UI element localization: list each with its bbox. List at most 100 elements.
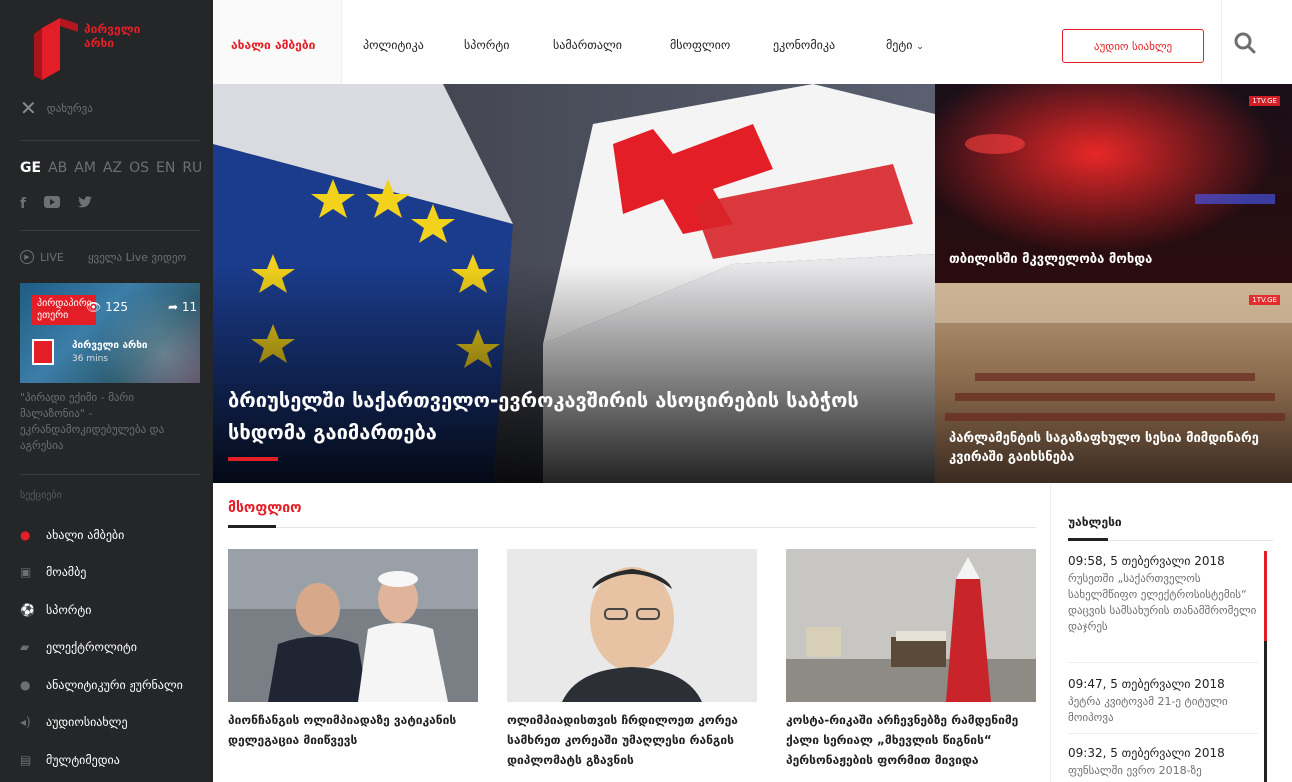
nav-more-label: მეტი	[886, 38, 913, 52]
film-icon: ▤	[20, 752, 32, 767]
sidebar: პირველი არხი ✕ დახურვა GE AB AM AZ OS EN…	[0, 0, 213, 782]
sections-title: სექციები	[20, 490, 62, 501]
lang-az[interactable]: AZ	[103, 160, 122, 176]
side-story-title[interactable]: პარლამენტის საგაზაფხულო სესია მიმდინარე …	[949, 429, 1279, 467]
sidebar-item-moambe[interactable]: ▣ მოამბე	[20, 554, 183, 592]
side-story-1[interactable]: 1TV.GE თბილისში მკვლელობა მოხდა	[935, 84, 1292, 283]
shares-value: 11	[181, 300, 198, 314]
logo-text: პირველი არხი	[84, 22, 141, 50]
latest-item-text: პეტრა კვიტოვამ 21-ე ტიტული მოიპოვა	[1068, 695, 1228, 724]
latest-item-time: 09:32, 5 თებერვალი 2018	[1068, 746, 1225, 760]
logo-mark-icon	[34, 18, 78, 80]
views-count: 👁 125	[86, 300, 128, 314]
news-card-title[interactable]: ოლიმპიადისთვის ჩრდილოეთ კორეა სამხრეთ კო…	[507, 710, 757, 770]
sidebar-item-label: სპორტი	[46, 602, 92, 617]
divider	[20, 140, 200, 141]
sidebar-item-analytics[interactable]: ● ანალიტიკური ჟურნალი	[20, 666, 183, 704]
shares-count: ➦ 11	[168, 300, 198, 314]
latest-item-time: 09:58, 5 თებერვალი 2018	[1068, 554, 1225, 568]
nav-item-economy[interactable]: ეკონომიკა	[773, 38, 835, 52]
views-value: 125	[105, 300, 128, 314]
search-icon[interactable]	[1234, 32, 1256, 54]
live-label[interactable]: LIVE	[40, 251, 64, 264]
sidebar-item-label: ანალიტიკური ჟურნალი	[46, 677, 183, 692]
nav-item-law[interactable]: სამართალი	[553, 38, 622, 52]
latest-item[interactable]: 09:32, 5 თებერვალი 2018 ფუნსალში ევრო 20…	[1068, 746, 1258, 779]
divider	[20, 230, 200, 231]
latest-underline	[1068, 538, 1108, 541]
sidebar-item-news[interactable]: ● ახალი ამბები	[20, 516, 183, 554]
latest-item-text: ფუნსალში ევრო 2018-ზე	[1068, 764, 1202, 777]
audio-icon: ◂)	[20, 715, 31, 730]
lang-am[interactable]: AM	[74, 160, 96, 176]
nav-item-world[interactable]: მსოფლიო	[670, 38, 730, 52]
nav-item-politics[interactable]: პოლიტიკა	[363, 38, 424, 52]
facebook-icon[interactable]: f	[20, 196, 26, 212]
news-card-image	[786, 549, 1036, 702]
audio-news-button[interactable]: აუდიო სიახლე	[1062, 29, 1204, 63]
scrollbar-thumb[interactable]	[1264, 551, 1267, 641]
news-card-title[interactable]: კოსტა-რიკაში არჩევნებზე რამდენიმე ქალი ს…	[786, 710, 1036, 770]
divider	[228, 527, 1036, 528]
section-underline	[228, 525, 276, 528]
lang-ru[interactable]: RU	[182, 160, 202, 176]
latest-item[interactable]: 09:47, 5 თებერვალი 2018 პეტრა კვიტოვამ 2…	[1068, 677, 1258, 726]
news-card[interactable]: პიონჩანგის ოლიმპიადაზე ვატიკანის დელეგაც…	[228, 549, 478, 750]
lang-ab[interactable]: AB	[48, 160, 67, 176]
chevron-down-icon: ⌄	[916, 42, 924, 52]
channel-time: 36 mins	[72, 354, 108, 364]
side-story-title[interactable]: თბილისში მკვლელობა მოხდა	[949, 250, 1279, 269]
live-video-card[interactable]: პირდაპირი ეთერი 👁 125 ➦ 11 პირველი არხი …	[20, 283, 200, 383]
sidebar-item-sport[interactable]: ⚽ სპორტი	[20, 591, 183, 629]
hero-accent-bar	[228, 457, 278, 461]
lang-ge[interactable]: GE	[20, 160, 41, 176]
tv-badge: 1TV.GE	[1249, 96, 1280, 106]
sidebar-item-electrolyte[interactable]: ▰ ელექტროლიტი	[20, 629, 183, 667]
latest-item[interactable]: 09:58, 5 თებერვალი 2018 რუსეთში „საქართვ…	[1068, 554, 1258, 635]
sidebar-item-multimedia[interactable]: ▤ მულტიმედია	[20, 741, 183, 779]
latest-item-text: რუსეთში „საქართველოს სახელმწიფო ელექტროს…	[1068, 572, 1257, 633]
news-card[interactable]: ოლიმპიადისთვის ჩრდილოეთ კორეა სამხრეთ კო…	[507, 549, 757, 770]
all-live-link[interactable]: ყველა Live ვიდეო	[88, 251, 186, 264]
close-icon: ✕	[20, 96, 37, 120]
live-description[interactable]: "პირადი ექიმი - მარი მალაზონია" - ეკრანდ…	[20, 390, 200, 454]
sidebar-item-label: მოამბე	[46, 565, 87, 580]
divider	[1068, 662, 1258, 663]
lang-en[interactable]: EN	[156, 160, 175, 176]
news-card-image	[507, 549, 757, 702]
social-links: f	[20, 196, 93, 212]
sidebar-menu: ● ახალი ამბები ▣ მოამბე ⚽ სპორტი ▰ ელექტროლი…	[20, 516, 183, 779]
divider	[1068, 733, 1258, 734]
lang-os[interactable]: OS	[129, 160, 149, 176]
hero-title[interactable]: ბრიუსელში საქართველო-ევროკავშირის ასოცირ…	[228, 384, 918, 448]
channel-logo	[32, 339, 54, 365]
language-switcher: GE AB AM AZ OS EN RU	[20, 160, 202, 176]
close-menu-button[interactable]: ✕ დახურვა	[20, 98, 93, 118]
play-icon: ▣	[20, 565, 32, 580]
logo[interactable]: პირველი არხი	[34, 18, 174, 80]
nav-item-more[interactable]: მეტი ⌄	[886, 38, 924, 52]
sidebar-item-label: აუდიოსიახლე	[46, 715, 128, 730]
globe-icon: ●	[20, 527, 31, 542]
top-navigation: ახალი ამბები პოლიტიკა სპორტი სამართალი მ…	[213, 0, 1292, 84]
channel-name: პირველი არხი	[72, 340, 148, 351]
news-card-title[interactable]: პიონჩანგის ოლიმპიადაზე ვატიკანის დელეგაც…	[228, 710, 478, 750]
ball-icon: ⚽	[20, 602, 35, 617]
news-card[interactable]: კოსტა-რიკაში არჩევნებზე რამდენიმე ქალი ს…	[786, 549, 1036, 770]
latest-title: უახლესი	[1068, 515, 1122, 529]
news-card-image	[228, 549, 478, 702]
youtube-icon[interactable]	[44, 196, 61, 212]
hero-story[interactable]: ბრიუსელში საქართველო-ევროკავშირის ასოცირ…	[213, 84, 935, 483]
twitter-icon[interactable]	[78, 196, 93, 212]
sidebar-item-label: მულტიმედია	[46, 752, 120, 767]
side-story-2[interactable]: 1TV.GE პარლამენტის საგაზაფხულო სესია მიმ…	[935, 283, 1292, 483]
nav-item-news[interactable]: ახალი ამბები	[231, 38, 315, 52]
sidebar-item-audio[interactable]: ◂) აუდიოსიახლე	[20, 704, 183, 742]
sidebar-item-label: ახალი ამბები	[46, 527, 125, 542]
play-circle-icon: ▶	[20, 250, 34, 264]
section-title-world[interactable]: მსოფლიო	[228, 500, 302, 516]
close-label: დახურვა	[46, 101, 93, 115]
nav-item-sport[interactable]: სპორტი	[464, 38, 509, 52]
sidebar-item-label: ელექტროლიტი	[46, 640, 137, 655]
tv-badge: 1TV.GE	[1249, 295, 1280, 305]
